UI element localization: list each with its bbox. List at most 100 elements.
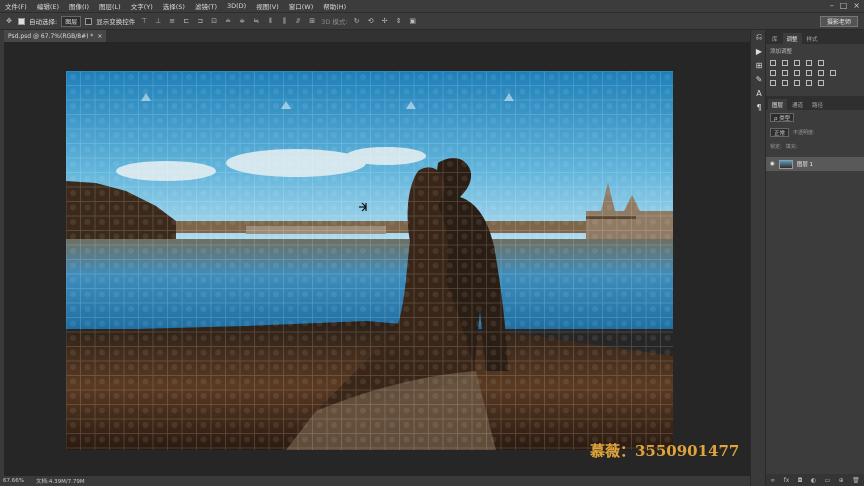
auto-select-dropdown[interactable]: 图层 xyxy=(61,15,82,27)
align-right-icon[interactable]: ⊡ xyxy=(209,16,219,26)
threshold-icon[interactable] xyxy=(794,80,800,86)
adjustments-panel-tabs: 库 调整 样式 xyxy=(766,30,864,44)
vibrance-icon[interactable] xyxy=(818,60,824,66)
close-window-button[interactable]: × xyxy=(853,1,860,11)
menu-image[interactable]: 图像(I) xyxy=(64,1,94,11)
right-panel: 库 调整 样式 添加调整 图层 通道 路径 ρ 类型 正常 不透明度: 锁定: xyxy=(766,30,864,486)
menu-layer[interactable]: 图层(L) xyxy=(94,1,126,11)
channel-mixer-icon[interactable] xyxy=(818,70,824,76)
minimize-button[interactable]: – xyxy=(830,1,834,11)
distribute-top-icon[interactable]: ≐ xyxy=(223,16,233,26)
new-group-icon[interactable]: ▭ xyxy=(825,477,831,484)
new-adjustment-icon[interactable]: ◐ xyxy=(811,477,816,484)
slide-3d-icon[interactable]: ⇕ xyxy=(394,16,404,26)
align-bottom-icon[interactable]: ≡ xyxy=(167,16,177,26)
distribute-bottom-icon[interactable]: ≒ xyxy=(251,16,261,26)
document-tab-bar: Psd.psd @ 67.7%(RGB/8#) * × xyxy=(4,30,750,42)
distribute-left-icon[interactable]: ⫴ xyxy=(265,16,275,26)
window-controls: – □ × xyxy=(830,1,860,11)
character-icon[interactable]: A xyxy=(751,86,767,100)
blend-mode-select[interactable]: 正常 xyxy=(770,128,790,137)
color-lookup-icon[interactable] xyxy=(830,70,836,76)
new-layer-icon[interactable]: ⊕ xyxy=(839,477,844,484)
tab-styles[interactable]: 样式 xyxy=(803,33,822,44)
tab-paths[interactable]: 路径 xyxy=(808,99,827,110)
status-bar: 67.66% 文档:4.39M/7.79M xyxy=(0,476,750,486)
actions-play-icon[interactable]: ▶ xyxy=(751,44,767,58)
layer-style-icon[interactable]: fx xyxy=(784,477,790,484)
menu-edit[interactable]: 编辑(E) xyxy=(32,1,64,11)
visibility-eye-icon[interactable]: ◉ xyxy=(770,161,775,167)
link-layers-icon[interactable]: ∞ xyxy=(770,477,775,484)
tab-adjustments[interactable]: 调整 xyxy=(782,33,802,44)
align-left-icon[interactable]: ⊏ xyxy=(181,16,191,26)
menu-select[interactable]: 选择(S) xyxy=(158,1,190,11)
maximize-button[interactable]: □ xyxy=(840,1,848,11)
show-transform-checkbox[interactable] xyxy=(85,17,93,25)
lock-label: 锁定: xyxy=(770,144,782,150)
paragraph-icon[interactable]: ¶ xyxy=(751,100,767,114)
menu-filter[interactable]: 滤镜(T) xyxy=(190,1,222,11)
layer-name: 图层 1 xyxy=(796,162,814,168)
brush-preset-icon[interactable]: ✎ xyxy=(751,72,767,86)
tab-libraries[interactable]: 库 xyxy=(768,33,782,44)
scale-3d-icon[interactable]: ▣ xyxy=(408,16,418,26)
drag-3d-icon[interactable]: ✢ xyxy=(380,16,390,26)
menu-help[interactable]: 帮助(H) xyxy=(318,1,351,11)
levels-icon[interactable] xyxy=(782,60,788,66)
document-canvas[interactable] xyxy=(66,71,673,450)
roll-3d-icon[interactable]: ⟲ xyxy=(366,16,376,26)
auto-select-label: 自动选择: xyxy=(29,18,58,26)
menu-window[interactable]: 窗口(W) xyxy=(284,1,319,11)
delete-layer-icon[interactable]: 🗑 xyxy=(852,477,860,484)
posterize-icon[interactable] xyxy=(782,80,788,86)
rotate-3d-icon[interactable]: ↻ xyxy=(352,16,362,26)
properties-icon[interactable]: ⊞ xyxy=(751,58,767,72)
options-bar: ✥ 自动选择: 图层 显示变换控件 ⊤ ⊥ ≡ ⊏ ⊐ ⊡ ≐ ≑ ≒ ⫴ ⫼ … xyxy=(0,12,864,30)
fill-label: 填充: xyxy=(785,144,798,150)
brightness-icon[interactable] xyxy=(770,60,776,66)
mosaic-tile-overlay xyxy=(66,71,673,450)
zoom-level[interactable]: 67.66% xyxy=(3,478,24,484)
menu-view[interactable]: 视图(V) xyxy=(251,1,284,11)
mode-3d-label: 3D 模式: xyxy=(321,18,348,26)
selective-color-icon[interactable] xyxy=(818,80,824,86)
hue-saturation-icon[interactable] xyxy=(770,70,776,76)
distribute-right-icon[interactable]: ⫻ xyxy=(293,16,303,26)
align-middle-icon[interactable]: ⊥ xyxy=(153,16,163,26)
auto-align-icon[interactable]: ⊞ xyxy=(307,16,317,26)
black-white-icon[interactable] xyxy=(794,70,800,76)
workspace-button[interactable]: 摄影老师 xyxy=(819,16,858,27)
history-icon[interactable]: ⎌ xyxy=(751,30,767,44)
move-tool-icon[interactable]: ✥ xyxy=(4,16,14,26)
exposure-icon[interactable] xyxy=(806,60,812,66)
invert-icon[interactable] xyxy=(770,80,776,86)
photo-filter-icon[interactable] xyxy=(806,70,812,76)
menu-type[interactable]: 文字(Y) xyxy=(126,1,158,11)
align-center-icon[interactable]: ⊐ xyxy=(195,16,205,26)
curves-icon[interactable] xyxy=(794,60,800,66)
add-mask-icon[interactable]: ◘ xyxy=(798,477,803,484)
layer-row[interactable]: ◉ 图层 1 xyxy=(766,157,864,171)
gradient-map-icon[interactable] xyxy=(806,80,812,86)
distribute-center-icon[interactable]: ⫼ xyxy=(279,16,289,26)
menu-file[interactable]: 文件(F) xyxy=(0,1,32,11)
document-size: 文档:4.39M/7.79M xyxy=(35,479,85,485)
layer-filter-row: ρ 类型 xyxy=(766,110,864,125)
show-transform-label: 显示变换控件 xyxy=(96,18,136,26)
layer-kind-filter[interactable]: ρ 类型 xyxy=(770,113,795,122)
opacity-label: 不透明度: xyxy=(793,130,815,136)
adjustments-row-2 xyxy=(766,68,864,78)
adjustments-row-3 xyxy=(766,78,864,88)
menu-3d[interactable]: 3D(D) xyxy=(222,2,251,10)
tab-layers[interactable]: 图层 xyxy=(768,99,788,110)
color-balance-icon[interactable] xyxy=(782,70,788,76)
tab-channels[interactable]: 通道 xyxy=(788,99,807,110)
distribute-middle-icon[interactable]: ≑ xyxy=(237,16,247,26)
align-top-icon[interactable]: ⊤ xyxy=(139,16,149,26)
layer-thumbnail xyxy=(778,159,793,169)
document-tab[interactable]: Psd.psd @ 67.7%(RGB/8#) * × xyxy=(4,30,107,42)
adjustments-row-1 xyxy=(766,58,864,68)
close-tab-icon[interactable]: × xyxy=(97,33,102,40)
auto-select-checkbox[interactable] xyxy=(18,17,25,25)
